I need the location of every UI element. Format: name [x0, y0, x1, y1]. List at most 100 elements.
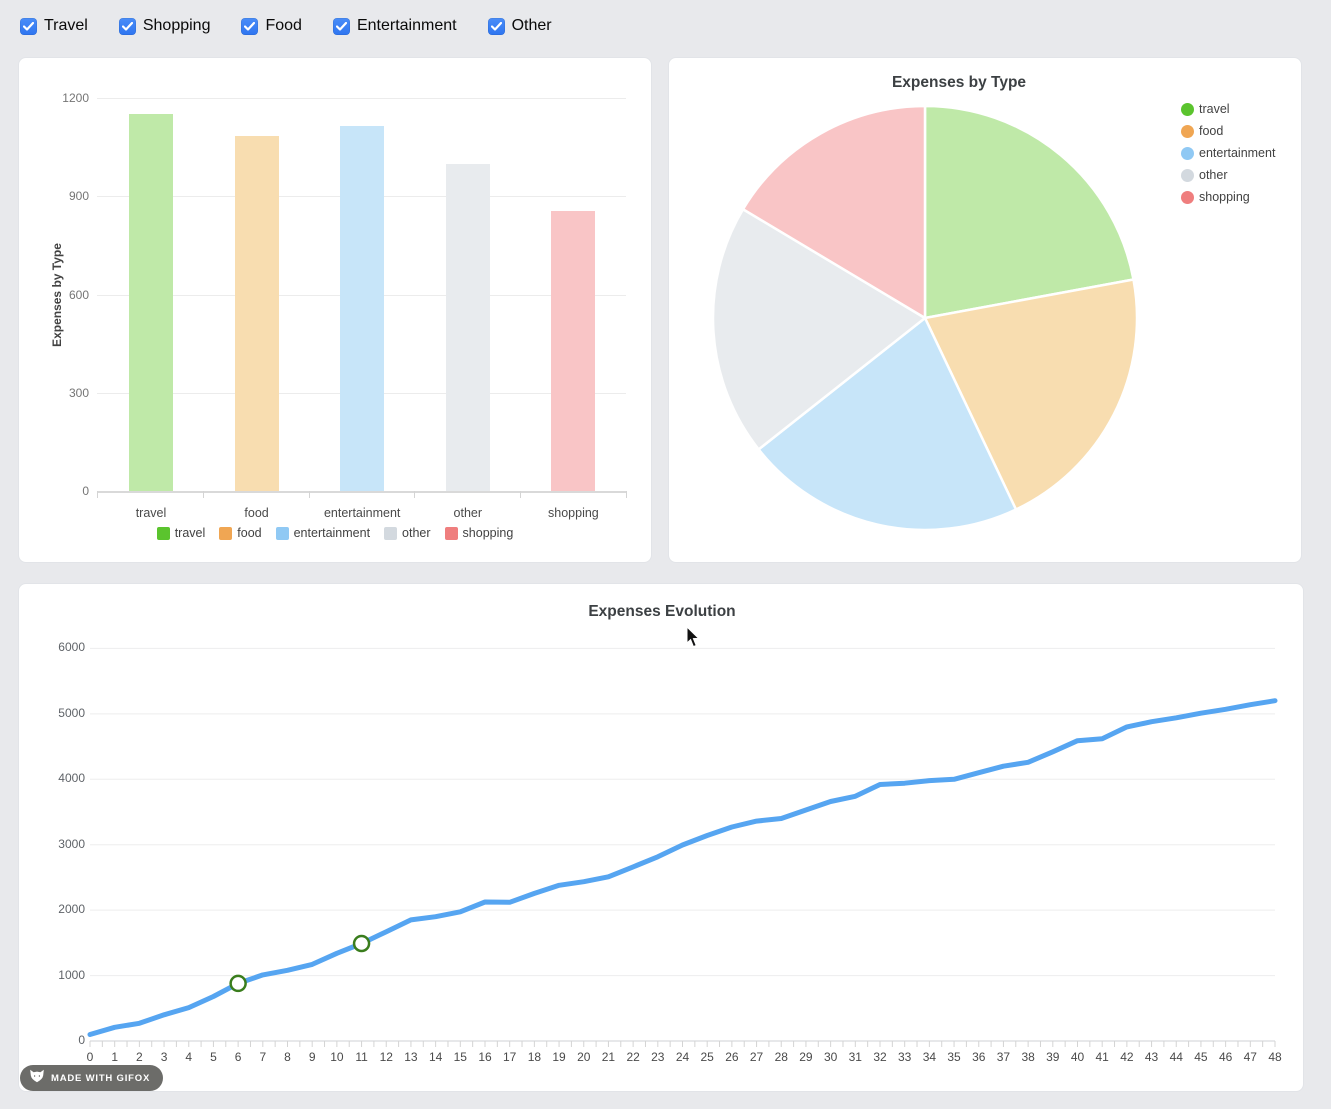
line-x-tick-label: 26 — [719, 1050, 745, 1064]
legend-swatch-icon — [157, 527, 170, 540]
line-x-tick-label: 24 — [670, 1050, 696, 1064]
line-x-tick-label: 35 — [941, 1050, 967, 1064]
line-y-tick-label: 6000 — [33, 640, 85, 654]
filter-label: Entertainment — [357, 17, 457, 35]
legend-swatch-icon — [1181, 125, 1194, 138]
legend-item-other: other — [384, 526, 431, 540]
line-y-tick-label: 2000 — [33, 902, 85, 916]
line-x-tick-label: 6 — [225, 1050, 251, 1064]
line-x-tick-label: 28 — [768, 1050, 794, 1064]
filter-bar: Travel Shopping Food Entertainment Other — [20, 12, 552, 40]
checkbox-checked-icon[interactable] — [333, 18, 350, 35]
gifox-badge: MADE WITH GIFOX — [20, 1065, 163, 1091]
legend-label: food — [237, 526, 261, 540]
bar-x-label: other — [408, 506, 528, 520]
line-x-tick-label: 25 — [694, 1050, 720, 1064]
legend-label: travel — [1199, 102, 1230, 116]
legend-item-entertainment: entertainment — [276, 526, 370, 540]
line-x-tick-label: 12 — [373, 1050, 399, 1064]
bar-other — [446, 164, 490, 492]
legend-swatch-icon — [1181, 191, 1194, 204]
pie-legend-item-travel: travel — [1181, 98, 1275, 120]
filter-entertainment[interactable]: Entertainment — [333, 17, 457, 35]
line-x-tick-label: 39 — [1040, 1050, 1066, 1064]
bar-x-axis — [97, 491, 626, 493]
filter-label: Other — [512, 17, 552, 35]
legend-swatch-icon — [445, 527, 458, 540]
line-x-tick-label: 45 — [1188, 1050, 1214, 1064]
legend-label: other — [402, 526, 431, 540]
bar-y-tick-label: 600 — [37, 288, 89, 302]
line-x-tick-label: 3 — [151, 1050, 177, 1064]
checkbox-checked-icon[interactable] — [241, 18, 258, 35]
bar-x-label: food — [197, 506, 317, 520]
bar-x-tick — [520, 491, 521, 498]
legend-label: other — [1199, 168, 1228, 182]
legend-label: food — [1199, 124, 1223, 138]
checkbox-checked-icon[interactable] — [488, 18, 505, 35]
pie-legend-item-entertainment: entertainment — [1181, 142, 1275, 164]
expenses-evolution-line — [90, 701, 1275, 1035]
line-x-tick-label: 32 — [867, 1050, 893, 1064]
legend-item-food: food — [219, 526, 261, 540]
legend-label: shopping — [1199, 190, 1250, 204]
line-y-tick-label: 0 — [33, 1033, 85, 1047]
bar-chart-card: Expenses by Type 03006009001200travelfoo… — [18, 57, 652, 563]
line-y-tick-label: 3000 — [33, 837, 85, 851]
line-x-tick-label: 42 — [1114, 1050, 1140, 1064]
line-point-marker — [354, 936, 369, 951]
bar-y-tick-label: 900 — [37, 189, 89, 203]
line-x-tick-label: 15 — [447, 1050, 473, 1064]
legend-swatch-icon — [219, 527, 232, 540]
line-x-tick-label: 41 — [1089, 1050, 1115, 1064]
legend-swatch-icon — [1181, 103, 1194, 116]
bar-chart-legend: travel food entertainment other shopping — [19, 526, 651, 540]
legend-swatch-icon — [384, 527, 397, 540]
checkbox-checked-icon[interactable] — [20, 18, 37, 35]
line-x-tick-label: 38 — [1015, 1050, 1041, 1064]
line-x-tick-label: 30 — [818, 1050, 844, 1064]
legend-item-travel: travel — [157, 526, 206, 540]
legend-item-shopping: shopping — [445, 526, 514, 540]
line-x-tick-label: 40 — [1065, 1050, 1091, 1064]
filter-label: Shopping — [143, 17, 211, 35]
legend-swatch-icon — [1181, 169, 1194, 182]
line-x-tick-label: 43 — [1139, 1050, 1165, 1064]
filter-other[interactable]: Other — [488, 17, 552, 35]
line-x-tick-label: 44 — [1163, 1050, 1189, 1064]
legend-label: entertainment — [1199, 146, 1275, 160]
line-x-tick-label: 20 — [571, 1050, 597, 1064]
line-chart-card: Expenses Evolution 010002000300040005000… — [18, 583, 1304, 1092]
legend-swatch-icon — [276, 527, 289, 540]
filter-food[interactable]: Food — [241, 17, 301, 35]
pie-legend-item-shopping: shopping — [1181, 186, 1275, 208]
checkbox-checked-icon[interactable] — [119, 18, 136, 35]
gifox-badge-label: MADE WITH GIFOX — [51, 1073, 150, 1084]
pie-chart-legend: travel food entertainment other shopping — [1181, 98, 1275, 208]
line-point-marker — [231, 976, 246, 991]
bar-x-tick — [309, 491, 310, 498]
line-x-tick-label: 14 — [423, 1050, 449, 1064]
line-y-tick-label: 1000 — [33, 968, 85, 982]
line-x-tick-label: 46 — [1213, 1050, 1239, 1064]
line-x-tick-label: 2 — [126, 1050, 152, 1064]
line-x-tick-label: 0 — [77, 1050, 103, 1064]
filter-travel[interactable]: Travel — [20, 17, 88, 35]
bar-travel — [129, 114, 173, 491]
line-x-tick-label: 47 — [1237, 1050, 1263, 1064]
bar-x-label: travel — [91, 506, 211, 520]
line-x-tick-label: 27 — [744, 1050, 770, 1064]
filter-shopping[interactable]: Shopping — [119, 17, 211, 35]
bar-x-label: entertainment — [302, 506, 422, 520]
line-x-tick-label: 17 — [497, 1050, 523, 1064]
line-x-tick-label: 18 — [521, 1050, 547, 1064]
line-x-tick-label: 13 — [398, 1050, 424, 1064]
line-chart — [19, 584, 1305, 1093]
legend-label: shopping — [463, 526, 514, 540]
line-x-tick-label: 31 — [842, 1050, 868, 1064]
bar-x-tick — [626, 491, 627, 498]
line-y-tick-label: 4000 — [33, 771, 85, 785]
pie-legend-item-other: other — [1181, 164, 1275, 186]
mouse-cursor-icon — [686, 627, 700, 653]
bar-x-tick — [414, 491, 415, 498]
